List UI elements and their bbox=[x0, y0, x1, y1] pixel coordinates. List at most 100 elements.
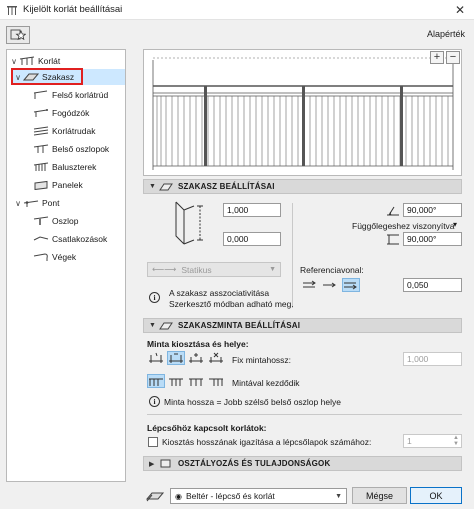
ok-button[interactable]: OK bbox=[410, 487, 462, 504]
pattern-plus-icon bbox=[189, 353, 203, 363]
info-icon: i bbox=[149, 292, 160, 303]
reference-line-label: Referenciavonal: bbox=[300, 265, 364, 275]
fixed-length-input[interactable]: 1,000 bbox=[403, 352, 462, 366]
chevron-down-icon[interactable]: ▼ bbox=[335, 493, 342, 500]
pattern-plus-button[interactable] bbox=[187, 351, 205, 365]
tree-item-ends[interactable]: Végek bbox=[33, 249, 76, 265]
pattern-length-info: Minta hossza = Jobb szélső belső oszlop … bbox=[164, 397, 341, 407]
stair-count-value: 1 bbox=[407, 436, 412, 446]
tree-item-node[interactable]: ∨ Pont bbox=[13, 195, 60, 211]
layer-dropdown[interactable]: ◉ Beltér - lépcső és korlát ▼ bbox=[170, 488, 347, 504]
association-value: Statikus bbox=[181, 264, 212, 275]
tree-item-label: Végek bbox=[52, 252, 77, 262]
tree-item-balusters[interactable]: Baluszterek bbox=[33, 159, 96, 175]
segment-height-input[interactable]: 1,000 bbox=[223, 203, 281, 217]
tree-item-rails[interactable]: Korlátrudak bbox=[33, 123, 95, 139]
tree-item-handrails[interactable]: Fogódzók bbox=[33, 105, 89, 121]
favorites-button[interactable] bbox=[6, 26, 30, 44]
reference-line-center-button[interactable] bbox=[321, 278, 339, 292]
tree-item-railing[interactable]: ∨ Korlát bbox=[9, 53, 125, 69]
distribution-label: Minta kiosztása és helye: bbox=[147, 339, 249, 349]
stair-adjust-label: Kiosztás hosszának igazítása a lépcsőlap… bbox=[162, 437, 372, 447]
favorites-star-icon bbox=[10, 29, 26, 41]
reference-line-left-button[interactable] bbox=[301, 278, 319, 292]
railing-elevation-drawing bbox=[152, 57, 454, 170]
section-title: SZAKASZMINTA BEÁLLÍTÁSAI bbox=[178, 321, 301, 330]
title-bar: Kijelölt korlát beállításai ✕ bbox=[0, 0, 474, 20]
post-icon bbox=[33, 216, 49, 225]
pattern-start-center-button[interactable] bbox=[167, 374, 185, 388]
handrail-icon bbox=[33, 109, 48, 117]
railing-icon bbox=[19, 56, 35, 65]
segment-settings-header[interactable]: ▼ SZAKASZ BEÁLLÍTÁSAI bbox=[143, 179, 462, 194]
connections-icon bbox=[33, 236, 49, 241]
pattern-multiply-button[interactable] bbox=[207, 351, 225, 365]
association-dropdown: ⟵⟶ Statikus ▼ bbox=[147, 262, 281, 277]
tree-item-panels[interactable]: Panelek bbox=[33, 177, 83, 193]
cancel-button[interactable]: Mégse bbox=[352, 487, 407, 504]
angle-top-input[interactable]: 90,000° bbox=[403, 203, 462, 217]
segment-icon bbox=[159, 183, 173, 191]
tree-item-label: Belső oszlopok bbox=[52, 144, 110, 154]
tree-item-label: Pont bbox=[42, 198, 60, 208]
fixed-length-label: Fix mintahossz: bbox=[232, 355, 292, 365]
link-arrows-icon: ⟵⟶ bbox=[152, 264, 177, 274]
reference-line-right-button[interactable] bbox=[342, 278, 360, 292]
tree-item-label: Fogódzók bbox=[52, 108, 90, 118]
vertical-relative-label: Függőlegeshez viszonyítva bbox=[352, 221, 455, 231]
pattern-center-icon bbox=[169, 378, 183, 386]
defaults-label: Alapérték bbox=[426, 29, 465, 39]
pattern-settings-header[interactable]: ▼ SZAKASZMINTA BEÁLLÍTÁSAI bbox=[143, 318, 462, 333]
separator bbox=[147, 414, 462, 415]
window-title: Kijelölt korlát beállításai bbox=[23, 4, 123, 15]
angle-bottom-input[interactable]: 90,000° bbox=[403, 232, 462, 246]
association-info-line2: Szerkesztő módban adható meg. bbox=[169, 299, 294, 309]
tree-item-post[interactable]: Oszlop bbox=[33, 213, 78, 229]
stepper-arrows-icon[interactable]: ▲ ▼ bbox=[453, 435, 459, 447]
tree-item-connections[interactable]: Csatlakozások bbox=[33, 231, 107, 247]
collapse-triangle-icon[interactable]: ▼ bbox=[149, 183, 159, 190]
stair-count-stepper[interactable]: 1 ▲ ▼ bbox=[403, 434, 462, 448]
tree-item-inner-posts[interactable]: Belső oszlopok bbox=[33, 141, 109, 157]
balusters-icon bbox=[33, 162, 49, 171]
chevron-down-icon[interactable]: ∨ bbox=[13, 199, 23, 208]
settings-tree[interactable]: ∨ Korlát ∨ Szakasz Felső korlátrúd Fogód… bbox=[6, 49, 126, 482]
classification-icon bbox=[160, 459, 171, 468]
stair-rails-label: Lépcsőhöz kapcsolt korlátok: bbox=[147, 423, 267, 433]
eye-icon: ◉ bbox=[175, 491, 182, 501]
pattern-fixed-button[interactable] bbox=[147, 351, 165, 365]
pattern-spread-icon bbox=[189, 378, 203, 386]
expand-triangle-icon[interactable]: ▶ bbox=[149, 460, 159, 468]
tree-item-label: Korlátrudak bbox=[52, 126, 96, 136]
pattern-start-left-button[interactable] bbox=[147, 374, 165, 388]
arrow-right-icon bbox=[323, 282, 336, 288]
inner-posts-icon bbox=[33, 144, 49, 153]
chevron-down-icon[interactable]: ▾ bbox=[453, 220, 457, 229]
pattern-multiply-icon bbox=[209, 352, 223, 363]
zoom-in-button[interactable]: + bbox=[430, 51, 444, 64]
tree-item-top-rail[interactable]: Felső korlátrúd bbox=[33, 87, 108, 103]
tree-item-label: Csatlakozások bbox=[52, 234, 108, 244]
layer-icon bbox=[146, 492, 164, 502]
pattern-start-right-button[interactable] bbox=[207, 374, 225, 388]
chevron-down-icon[interactable]: ∨ bbox=[9, 57, 19, 66]
segment-bottom-offset-input[interactable]: 0,000 bbox=[223, 232, 281, 246]
zoom-out-button[interactable]: − bbox=[446, 51, 460, 64]
association-info-line1: A szakasz asszociativitása bbox=[169, 288, 270, 298]
angle-top-icon bbox=[387, 206, 399, 216]
reference-offset-input[interactable]: 0,050 bbox=[403, 278, 462, 292]
close-button[interactable]: ✕ bbox=[446, 0, 474, 20]
pattern-start-spread-button[interactable] bbox=[187, 374, 205, 388]
selection-highlight bbox=[11, 68, 83, 85]
classification-header[interactable]: ▶ OSZTÁLYOZÁS ÉS TULAJDONSÁGOK bbox=[143, 456, 462, 471]
rails-icon bbox=[33, 126, 49, 136]
top-rail-icon bbox=[33, 90, 48, 99]
stair-adjust-checkbox[interactable] bbox=[148, 437, 158, 447]
section-divider bbox=[292, 203, 293, 308]
pattern-start-label: Mintával kezdődik bbox=[232, 378, 300, 388]
section-title: OSZTÁLYOZÁS ÉS TULAJDONSÁGOK bbox=[178, 459, 331, 468]
pattern-fit-button[interactable] bbox=[167, 351, 185, 365]
collapse-triangle-icon[interactable]: ▼ bbox=[149, 322, 159, 329]
pattern-fit-icon bbox=[169, 353, 183, 363]
tree-item-label: Oszlop bbox=[52, 216, 79, 226]
